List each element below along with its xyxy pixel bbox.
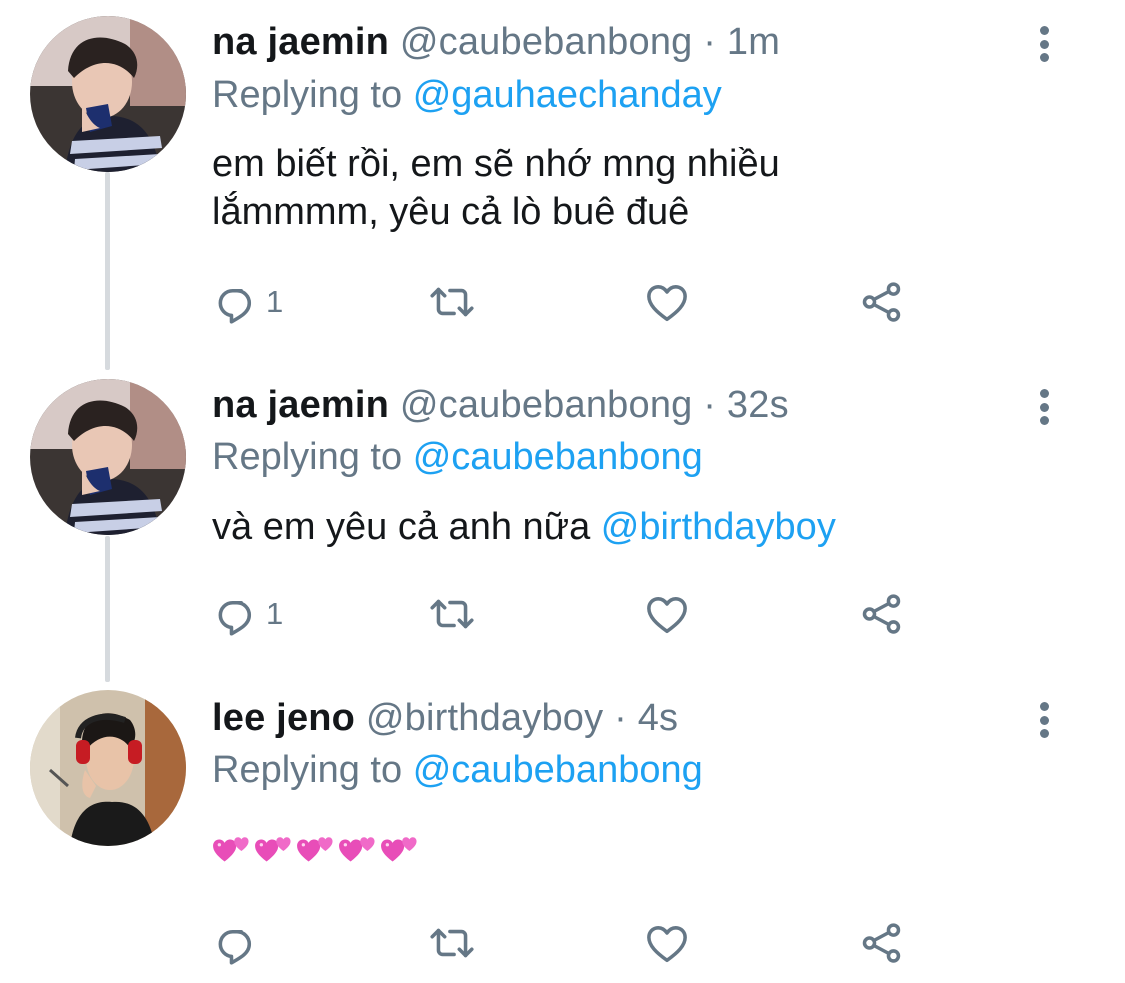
like-button[interactable] [642, 589, 692, 639]
like-button[interactable] [642, 918, 692, 968]
share-button[interactable] [857, 589, 907, 639]
tweet[interactable]: na jaemin @caubebanbong · 32s Replying t… [0, 365, 1125, 680]
tweet-text-content: và em yêu cả anh nữa [212, 506, 591, 548]
retweet-button[interactable] [427, 918, 477, 968]
retweet-icon [427, 589, 477, 639]
retweet-icon [427, 918, 477, 968]
revolving-hearts-icon [296, 830, 338, 870]
tweet-text [212, 830, 932, 870]
revolving-hearts-icon [338, 830, 380, 870]
replying-to: Replying to @gauhaechanday [212, 73, 722, 117]
tweet-text: em biết rồi, em sẽ nhớ mng nhiều lắmmmm,… [212, 140, 932, 236]
username[interactable]: @birthdayboy [366, 697, 603, 739]
share-button[interactable] [857, 277, 907, 327]
reply-icon [212, 277, 262, 327]
tweet-text-line: lắmmmm, yêu cả lò buê đuê [212, 191, 690, 233]
reply-button[interactable]: 1 [212, 277, 283, 327]
share-button[interactable] [857, 918, 907, 968]
retweet-button[interactable] [427, 589, 477, 639]
tweet-text: và em yêu cả anh nữa @birthdayboy [212, 503, 932, 551]
retweet-button[interactable] [427, 277, 477, 327]
mention-link[interactable]: @caubebanbong [413, 436, 703, 478]
share-icon [857, 918, 907, 968]
replying-label: Replying to [212, 749, 403, 791]
username[interactable]: @caubebanbong [400, 21, 693, 63]
replying-label: Replying to [212, 74, 403, 116]
avatar[interactable] [30, 16, 186, 172]
mention-link[interactable]: @gauhaechanday [413, 74, 722, 116]
more-options-icon[interactable] [1030, 700, 1058, 740]
revolving-hearts-icon [212, 830, 254, 870]
tweet-actions: 1 [212, 277, 932, 327]
username[interactable]: @caubebanbong [400, 384, 693, 426]
share-icon [857, 277, 907, 327]
like-button[interactable] [642, 277, 692, 327]
tweet[interactable]: lee jeno @birthdayboy · 4s Replying to @… [0, 680, 1125, 983]
avatar[interactable] [30, 379, 186, 535]
more-options-icon[interactable] [1030, 387, 1058, 427]
timestamp[interactable]: 32s [727, 384, 789, 426]
timestamp[interactable]: 4s [638, 697, 679, 739]
separator-dot: · [703, 21, 717, 63]
reply-count: 1 [266, 284, 284, 319]
reply-icon [212, 589, 262, 639]
emoji-text [212, 830, 932, 870]
tweet-header: na jaemin @caubebanbong · 32s [212, 383, 789, 427]
replying-to: Replying to @caubebanbong [212, 748, 703, 792]
mention-link[interactable]: @caubebanbong [413, 749, 703, 791]
reply-button[interactable]: 1 [212, 589, 283, 639]
heart-icon [642, 277, 692, 327]
timestamp[interactable]: 1m [727, 21, 780, 63]
revolving-hearts-icon [380, 830, 422, 870]
tweet-header: lee jeno @birthdayboy · 4s [212, 696, 678, 740]
tweet[interactable]: na jaemin @caubebanbong · 1m Replying to… [0, 0, 1125, 365]
replying-label: Replying to [212, 436, 403, 478]
display-name[interactable]: lee jeno [212, 697, 355, 739]
reply-count: 1 [266, 596, 284, 631]
display-name[interactable]: na jaemin [212, 384, 389, 426]
heart-icon [642, 918, 692, 968]
avatar[interactable] [30, 690, 186, 846]
tweet-thread: na jaemin @caubebanbong · 1m Replying to… [0, 0, 1125, 983]
replying-to: Replying to @caubebanbong [212, 435, 703, 479]
share-icon [857, 589, 907, 639]
reply-button[interactable] [212, 918, 262, 968]
tweet-text-line: em biết rồi, em sẽ nhớ mng nhiều [212, 143, 780, 185]
revolving-hearts-icon [254, 830, 296, 870]
mention-link[interactable]: @birthdayboy [601, 506, 836, 548]
tweet-actions: 1 [212, 589, 932, 639]
display-name[interactable]: na jaemin [212, 21, 389, 63]
reply-icon [212, 918, 262, 968]
heart-icon [642, 589, 692, 639]
more-options-icon[interactable] [1030, 24, 1058, 64]
separator-dot: · [614, 697, 627, 739]
separator-dot: · [703, 384, 717, 426]
tweet-header: na jaemin @caubebanbong · 1m [212, 20, 780, 64]
tweet-actions [212, 918, 932, 968]
retweet-icon [427, 277, 477, 327]
